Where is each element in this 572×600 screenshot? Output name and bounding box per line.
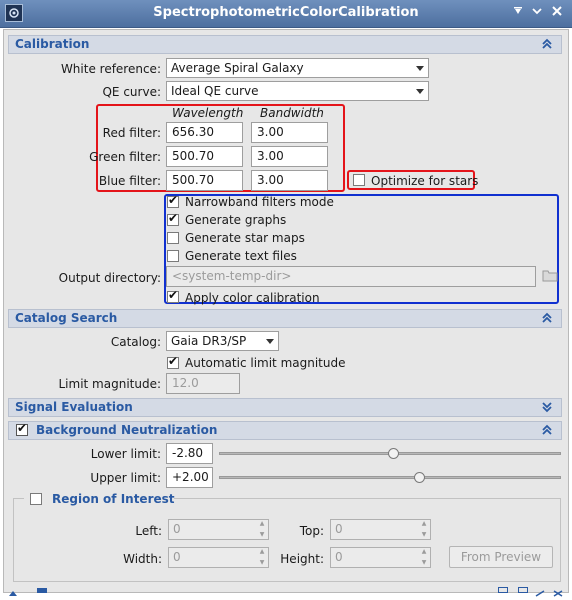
- white-reference-label: White reference:: [60, 62, 161, 76]
- chevron-down-icon: [412, 59, 428, 77]
- qe-curve-combo[interactable]: Ideal QE curve: [166, 81, 429, 101]
- lower-limit-slider-handle[interactable]: [387, 448, 399, 459]
- apply-color-calibration-checkbox[interactable]: ✔: [167, 289, 179, 303]
- pin-icon[interactable]: [510, 5, 526, 21]
- green-filter-label: Green filter:: [89, 150, 161, 164]
- chevron-down-icon: [262, 332, 278, 350]
- optimize-for-stars-checkbox[interactable]: [353, 174, 365, 186]
- top-value: 0: [335, 522, 343, 536]
- from-preview-button[interactable]: From Preview: [449, 546, 553, 568]
- qe-curve-value: Ideal QE curve: [171, 84, 259, 98]
- expand-chevron-icon[interactable]: [541, 401, 553, 413]
- collapse-chevron-icon[interactable]: [541, 424, 553, 436]
- catalog-value: Gaia DR3/SP: [171, 334, 247, 348]
- red-wavelength-field[interactable]: 656.30: [166, 122, 243, 143]
- catalog-combo[interactable]: Gaia DR3/SP: [166, 331, 279, 351]
- generate-graphs-label: Generate graphs: [185, 213, 287, 227]
- background-neutralization-checkbox[interactable]: ✔: [16, 422, 28, 436]
- new-instance-icon[interactable]: [8, 586, 18, 596]
- green-bandwidth-field[interactable]: 3.00: [251, 146, 328, 167]
- limit-magnitude-field[interactable]: 12.0: [166, 373, 240, 394]
- section-signal-evaluation-title: Signal Evaluation: [15, 400, 133, 414]
- height-label: Height:: [280, 552, 324, 566]
- red-filter-label: Red filter:: [102, 126, 161, 140]
- section-calibration-title: Calibration: [15, 37, 90, 51]
- wavelength-header: Wavelength: [172, 106, 244, 120]
- generate-star-maps-label: Generate star maps: [185, 231, 305, 245]
- section-calibration[interactable]: [8, 35, 562, 54]
- spin-arrows-icon: ▲ ▼: [421, 520, 427, 538]
- qe-curve-label: QE curve:: [102, 85, 161, 99]
- left-value: 0: [173, 522, 181, 536]
- section-catalog-search-title: Catalog Search: [15, 311, 118, 325]
- generate-text-files-checkbox[interactable]: [167, 250, 179, 262]
- upper-limit-label: Upper limit:: [90, 471, 161, 485]
- width-label: Width:: [123, 552, 162, 566]
- edit-instance-icon[interactable]: [535, 586, 545, 597]
- folder-icon[interactable]: [542, 268, 558, 284]
- narrowband-label: Narrowband filters mode: [185, 195, 334, 209]
- output-directory-field[interactable]: <system-temp-dir>: [166, 266, 536, 287]
- limit-magnitude-label: Limit magnitude:: [58, 377, 161, 391]
- close-icon[interactable]: [549, 5, 565, 21]
- automatic-limit-magnitude-label: Automatic limit magnitude: [185, 356, 346, 370]
- red-bandwidth-field[interactable]: 3.00: [251, 122, 328, 143]
- blue-bandwidth-field[interactable]: 3.00: [251, 170, 328, 191]
- left-label: Left:: [135, 524, 162, 538]
- apply-color-calibration-label: Apply color calibration: [185, 291, 320, 305]
- track-view-icon[interactable]: [518, 587, 528, 593]
- width-spinbox[interactable]: 0 ▲ ▼: [168, 547, 269, 568]
- lower-limit-label: Lower limit:: [90, 447, 161, 461]
- top-spinbox[interactable]: 0 ▲ ▼: [330, 519, 431, 540]
- narrowband-checkbox[interactable]: ✔: [167, 194, 179, 208]
- collapse-chevron-icon[interactable]: [541, 38, 553, 50]
- bandwidth-header: Bandwidth: [260, 106, 324, 120]
- region-of-interest-group: [13, 498, 561, 582]
- generate-star-maps-checkbox[interactable]: [167, 232, 179, 244]
- collapse-chevron-icon[interactable]: [541, 312, 553, 324]
- blue-wavelength-field[interactable]: 500.70: [166, 170, 243, 191]
- optimize-for-stars-label: Optimize for stars: [371, 174, 479, 188]
- green-wavelength-field[interactable]: 500.70: [166, 146, 243, 167]
- width-value: 0: [173, 550, 181, 564]
- apply-global-icon[interactable]: [37, 588, 47, 593]
- automatic-limit-magnitude-checkbox[interactable]: ✔: [167, 355, 179, 369]
- white-reference-value: Average Spiral Galaxy: [171, 61, 304, 75]
- upper-limit-field[interactable]: +2.00: [166, 467, 213, 488]
- browse-documentation-icon[interactable]: [498, 587, 508, 593]
- blue-filter-label: Blue filter:: [98, 174, 161, 188]
- shade-icon[interactable]: [529, 5, 545, 21]
- chevron-down-icon: [412, 82, 428, 100]
- catalog-label: Catalog:: [110, 335, 161, 349]
- height-value: 0: [335, 550, 343, 564]
- generate-graphs-checkbox[interactable]: ✔: [167, 212, 179, 226]
- output-directory-label: Output directory:: [58, 271, 161, 285]
- section-background-neutralization-title: Background Neutralization: [36, 423, 218, 437]
- spin-arrows-icon: ▲ ▼: [421, 548, 427, 566]
- region-of-interest-checkbox[interactable]: [30, 493, 42, 505]
- white-reference-combo[interactable]: Average Spiral Galaxy: [166, 58, 429, 78]
- upper-limit-slider-track[interactable]: [219, 476, 561, 479]
- region-of-interest-title: Region of Interest: [52, 492, 175, 506]
- window-title: SpectrophotometricColorCalibration: [153, 5, 419, 20]
- lower-limit-field[interactable]: -2.80: [166, 443, 213, 464]
- height-spinbox[interactable]: 0 ▲ ▼: [330, 547, 431, 568]
- reset-icon[interactable]: [553, 586, 563, 597]
- generate-text-files-label: Generate text files: [185, 249, 297, 263]
- top-label: Top:: [299, 524, 324, 538]
- left-spinbox[interactable]: 0 ▲ ▼: [168, 519, 269, 540]
